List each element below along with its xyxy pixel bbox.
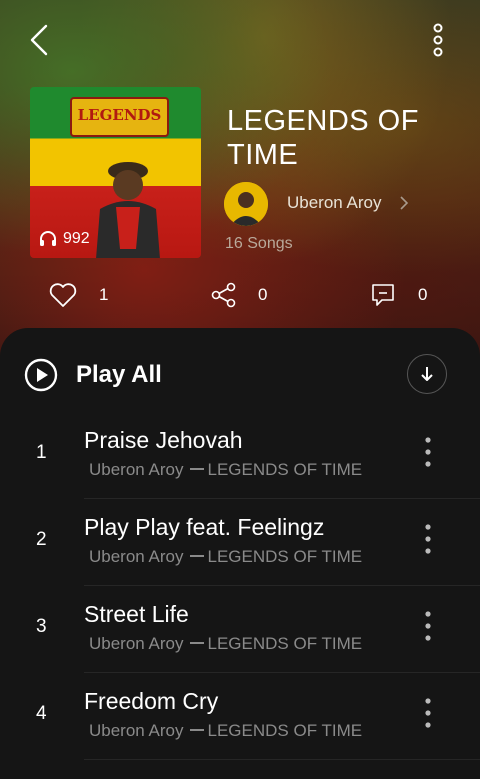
- artist-avatar[interactable]: [224, 182, 268, 226]
- chevron-right-icon[interactable]: [398, 194, 410, 212]
- download-button[interactable]: [407, 354, 447, 394]
- track-more-icon[interactable]: [418, 434, 438, 470]
- song-count: 16 Songs: [225, 235, 293, 252]
- track-album: LEGENDS OF TIME: [207, 460, 363, 479]
- comment-icon: [372, 284, 394, 306]
- album-cover-logo: LEGENDS: [70, 97, 169, 137]
- separator-dash: [189, 641, 204, 644]
- like-count: 1: [99, 285, 109, 304]
- track-row[interactable]: 2 Play Play feat. Feelingz Uberon Aroy LE…: [0, 499, 480, 586]
- download-icon: [421, 367, 433, 381]
- track-number: 4: [36, 703, 47, 724]
- album-title: LEGENDS OF TIME: [227, 105, 419, 171]
- share-count: 0: [258, 285, 268, 304]
- track-row[interactable]: 4 Freedom Cry Uberon Aroy LEGENDS OF TIME: [0, 673, 480, 760]
- separator-dash: [189, 467, 204, 470]
- album-cover-artwork: [96, 162, 160, 258]
- track-artist: Uberon Aroy: [89, 547, 184, 566]
- track-row[interactable]: 1 Praise Jehovah Uberon Aroy LEGENDS OF T…: [0, 412, 480, 499]
- track-row[interactable]: 3 Street Life Uberon Aroy LEGENDS OF TIME: [0, 586, 480, 673]
- track-more-icon[interactable]: [418, 608, 438, 644]
- back-icon[interactable]: [24, 22, 56, 58]
- track-album: LEGENDS OF TIME: [207, 547, 363, 566]
- album-cover[interactable]: LEGENDS 992: [30, 87, 201, 258]
- track-number: 2: [36, 529, 47, 550]
- track-number: 1: [36, 442, 47, 463]
- track-album: LEGENDS OF TIME: [207, 721, 363, 740]
- comment-button[interactable]: 0: [370, 282, 427, 308]
- play-count: 992: [38, 229, 90, 249]
- track-meta: Uberon Aroy LEGENDS OF TIME: [89, 460, 362, 480]
- headphones-icon: [40, 231, 56, 246]
- track-more-icon[interactable]: [418, 695, 438, 731]
- separator-dash: [189, 554, 204, 557]
- track-title: Play Play feat. Feelingz: [84, 514, 325, 540]
- track-meta: Uberon Aroy LEGENDS OF TIME: [89, 634, 362, 654]
- like-button[interactable]: 1: [49, 282, 108, 308]
- track-number: 3: [36, 616, 47, 637]
- play-count-value: 992: [63, 230, 90, 247]
- share-button[interactable]: 0: [210, 282, 267, 308]
- track-title: Freedom Cry: [84, 688, 219, 714]
- artist-name-link[interactable]: Uberon Aroy: [287, 193, 382, 213]
- track-title: Street Life: [84, 601, 189, 627]
- track-more-icon[interactable]: [418, 521, 438, 557]
- comment-count: 0: [418, 285, 428, 304]
- track-artist: Uberon Aroy: [89, 721, 184, 740]
- track-album: LEGENDS OF TIME: [207, 634, 363, 653]
- track-meta: Uberon Aroy LEGENDS OF TIME: [89, 721, 362, 741]
- row-divider: [84, 759, 480, 760]
- share-icon: [211, 282, 236, 308]
- more-vertical-icon[interactable]: [426, 22, 450, 58]
- track-artist: Uberon Aroy: [89, 634, 184, 653]
- track-meta: Uberon Aroy LEGENDS OF TIME: [89, 547, 362, 567]
- separator-dash: [189, 728, 204, 731]
- artist-avatar-image: [224, 182, 268, 226]
- play-all-button[interactable]: Play All: [76, 361, 162, 389]
- track-artist: Uberon Aroy: [89, 460, 184, 479]
- heart-icon: [49, 283, 77, 307]
- track-title: Praise Jehovah: [84, 427, 243, 453]
- play-circle-icon[interactable]: [24, 358, 58, 392]
